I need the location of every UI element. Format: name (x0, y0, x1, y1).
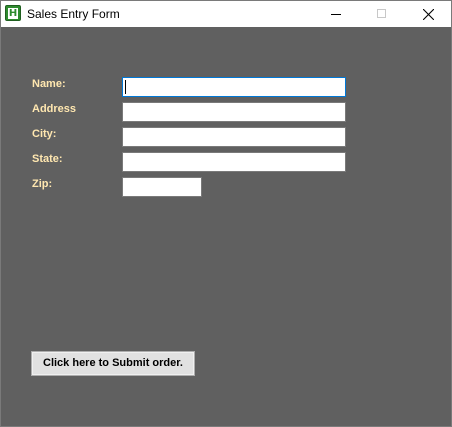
name-label: Name: (32, 78, 66, 90)
address-label: Address (32, 103, 77, 115)
app-icon-letter: H (8, 8, 18, 19)
submit-order-button[interactable]: Click here to Submit order. (31, 351, 195, 376)
zip-input[interactable] (122, 177, 202, 197)
app-window: H Sales Entry Form Name: Address City: S… (0, 0, 452, 427)
state-label: State: (32, 153, 63, 165)
window-title: Sales Entry Form (27, 7, 120, 21)
text-caret (125, 80, 126, 94)
city-label: City: (32, 128, 57, 140)
close-icon (423, 9, 434, 20)
address-input[interactable] (122, 102, 346, 122)
minimize-button[interactable] (313, 1, 359, 27)
state-input[interactable] (122, 152, 346, 172)
title-bar[interactable]: H Sales Entry Form (1, 1, 451, 27)
city-input[interactable] (122, 127, 346, 147)
name-input[interactable] (122, 77, 346, 97)
app-icon: H (5, 5, 21, 21)
close-button[interactable] (405, 1, 451, 27)
zip-label: Zip: (32, 178, 53, 190)
maximize-button[interactable] (359, 1, 405, 27)
